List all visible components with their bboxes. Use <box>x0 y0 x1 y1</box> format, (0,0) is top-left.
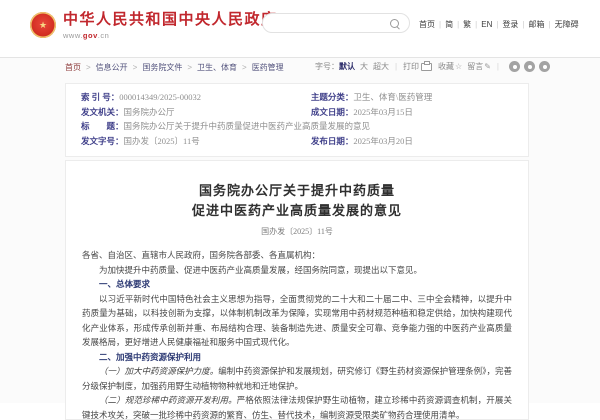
nav-english[interactable]: EN <box>481 20 502 29</box>
meta-value-title: 国务院办公厅关于提升中药质量促进中医药产业高质量发展的意见 <box>124 119 371 134</box>
site-url-suffix: .cn <box>98 31 110 40</box>
paragraph: 以习近平新时代中国特色社会主义思想为指导，全面贯彻党的二十大和二十届二中、三中全… <box>82 292 512 350</box>
meta-value-issuer: 国务院办公厅 <box>124 105 175 120</box>
font-size-large[interactable]: 大 <box>360 61 368 72</box>
meta-value-index: 000014349/2025-00032 <box>119 90 201 105</box>
star-icon[interactable]: ☆ <box>455 62 462 71</box>
breadcrumb-info-disclosure[interactable]: 信息公开 <box>96 63 143 72</box>
meta-row: 标 题：国务院办公厅关于提升中药质量促进中医药产业高质量发展的意见 <box>66 119 528 134</box>
paragraph-item-1: （一）加大中药资源保护力度。编制中药资源保护和发展规划，研究修订《野生药材资源保… <box>82 364 512 393</box>
comment-button[interactable]: 留言 <box>467 61 483 72</box>
site-logo[interactable]: ★ 中华人民共和国中央人民政府 www.gov.cn <box>30 12 278 40</box>
breadcrumb-home[interactable]: 首页 <box>65 63 96 72</box>
meta-row: 发文机关：国务院办公厅 成文日期：2025年03月15日 <box>66 105 528 120</box>
nav-simplified[interactable]: 简 <box>445 20 463 29</box>
print-button[interactable]: 打印 <box>403 61 419 72</box>
meta-value-category: 卫生、体育\医药管理 <box>353 90 432 105</box>
document-title-line1: 国务院办公厅关于提升中药质量 <box>82 181 512 201</box>
meta-label-doc-number: 发文字号： <box>81 134 124 149</box>
document-number: 国办发〔2025〕11号 <box>82 226 512 237</box>
font-size-default[interactable]: 默认 <box>339 61 355 72</box>
breadcrumb-health-sports[interactable]: 卫生、体育 <box>197 63 252 72</box>
meta-value-written-date: 2025年03月15日 <box>353 105 413 120</box>
emblem-star: ★ <box>39 21 47 30</box>
document-body: 各省、自治区、直辖市人民政府，国务院各部委、各直属机构： 为加快提升中药质量、促… <box>82 248 512 420</box>
document-title-line2: 促进中医药产业高质量发展的意见 <box>82 201 512 221</box>
nav-traditional[interactable]: 繁 <box>463 20 481 29</box>
section-heading-1: 一、总体要求 <box>82 277 512 292</box>
printer-icon[interactable] <box>421 63 432 71</box>
paragraph-salutation: 各省、自治区、直辖市人民政府，国务院各部委、各直属机构： <box>82 248 512 263</box>
breadcrumb: 首页信息公开国务院文件卫生、体育医药管理 <box>65 62 294 73</box>
weibo-share-icon[interactable] <box>524 61 535 72</box>
wechat-share-icon[interactable] <box>509 61 520 72</box>
meta-value-doc-number: 国办发〔2025〕11号 <box>124 134 200 149</box>
search-input[interactable] <box>273 16 392 32</box>
meta-row: 发文字号：国办发〔2025〕11号 发布日期：2025年03月20日 <box>66 134 528 149</box>
site-url-mid: gov <box>83 31 98 40</box>
meta-label-title: 标 题： <box>81 119 124 134</box>
share-buttons <box>505 61 550 72</box>
national-emblem-icon: ★ <box>30 12 56 38</box>
article-toolbar: 字号： 默认 大 超大 | 打印 收藏 ☆ 留言 ✎ | <box>315 61 550 72</box>
breadcrumb-medicine-admin[interactable]: 医药管理 <box>252 63 294 72</box>
meta-label-publish-date: 发布日期： <box>311 134 354 149</box>
font-size-xlarge[interactable]: 超大 <box>373 61 389 72</box>
site-name: 中华人民共和国中央人民政府 <box>63 12 278 29</box>
section-heading-2: 二、加强中药资源保护利用 <box>82 350 512 365</box>
pencil-icon[interactable]: ✎ <box>484 62 491 71</box>
meta-label-written-date: 成文日期： <box>311 105 354 120</box>
document-content-box: 国务院办公厅关于提升中药质量 促进中医药产业高质量发展的意见 国办发〔2025〕… <box>65 160 529 420</box>
site-header: ★ 中华人民共和国中央人民政府 www.gov.cn 首页简繁EN登录邮箱无障碍 <box>0 0 600 58</box>
meta-value-publish-date: 2025年03月20日 <box>353 134 413 149</box>
meta-label-category: 主题分类： <box>311 90 354 105</box>
site-url: www.gov.cn <box>63 31 278 40</box>
more-share-icon[interactable] <box>539 61 550 72</box>
item-lead: （一）加大中药资源保护力度。 <box>99 366 218 376</box>
nav-login[interactable]: 登录 <box>502 20 528 29</box>
logo-text: 中华人民共和国中央人民政府 www.gov.cn <box>63 12 278 40</box>
search-box[interactable] <box>262 13 410 33</box>
nav-mail[interactable]: 邮箱 <box>529 20 555 29</box>
toolbar-divider: | <box>497 62 499 71</box>
toolbar-divider: | <box>395 62 397 71</box>
nav-home[interactable]: 首页 <box>419 20 445 29</box>
meta-label-index: 索 引 号： <box>81 90 119 105</box>
search-icon[interactable] <box>390 19 399 28</box>
favorite-button[interactable]: 收藏 <box>438 61 454 72</box>
top-nav: 首页简繁EN登录邮箱无障碍 <box>419 19 587 30</box>
document-meta-box: 索 引 号：000014349/2025-00032 主题分类：卫生、体育\医药… <box>65 83 529 157</box>
site-url-prefix: www. <box>63 31 83 40</box>
meta-label-issuer: 发文机关： <box>81 105 124 120</box>
nav-accessibility[interactable]: 无障碍 <box>555 20 587 29</box>
document-title: 国务院办公厅关于提升中药质量 促进中医药产业高质量发展的意见 <box>82 181 512 221</box>
meta-row: 索 引 号：000014349/2025-00032 主题分类：卫生、体育\医药… <box>66 90 528 105</box>
paragraph: 为加快提升中药质量、促进中医药产业高质量发展，经国务院同意，现提出以下意见。 <box>82 263 512 278</box>
item-lead: （二）规范珍稀中药资源开发利用。 <box>99 395 237 405</box>
page-body: 首页信息公开国务院文件卫生、体育医药管理 字号： 默认 大 超大 | 打印 收藏… <box>0 58 600 403</box>
font-size-label: 字号： <box>315 61 339 72</box>
breadcrumb-state-council-docs[interactable]: 国务院文件 <box>142 63 197 72</box>
paragraph-item-2: （二）规范珍稀中药资源开发利用。严格依照法律法规保护野生动植物，建立珍稀中药资源… <box>82 393 512 420</box>
